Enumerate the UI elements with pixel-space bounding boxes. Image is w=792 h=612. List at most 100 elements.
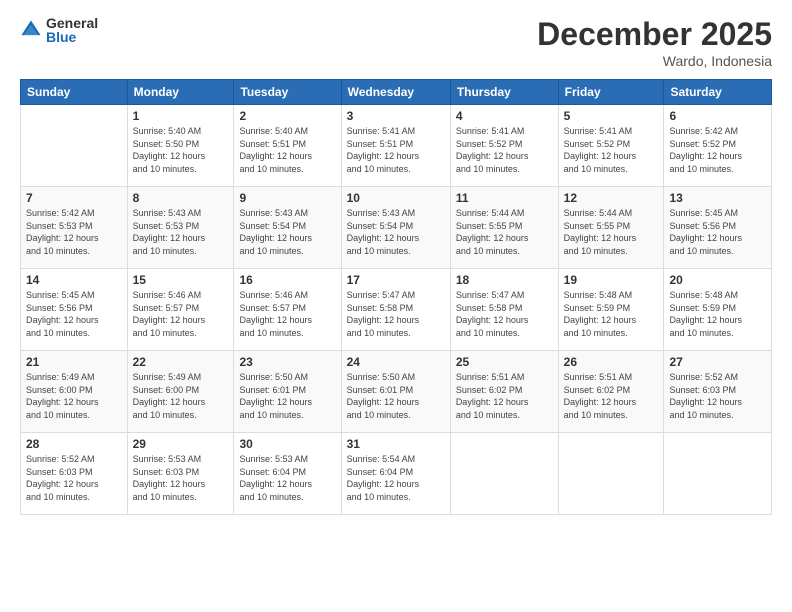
day-number: 16 <box>239 273 335 287</box>
calendar-cell: 1 Sunrise: 5:40 AM Sunset: 5:50 PM Daylig… <box>127 105 234 187</box>
calendar-cell: 14Sunrise: 5:45 AM Sunset: 5:56 PM Dayli… <box>21 269 128 351</box>
day-number: 11 <box>456 191 553 205</box>
logo-blue: Blue <box>46 30 98 44</box>
calendar-cell: 26 Sunrise: 5:51 AM Sunset: 6:02 PM Dayli… <box>558 351 664 433</box>
day-number: 3 <box>347 109 445 123</box>
calendar-cell <box>664 433 772 515</box>
day-info: Sunrise: 5:53 AM Sunset: 6:04 PM Dayligh… <box>239 453 335 503</box>
day-info: Sunrise: 5:47 AM Sunset: 5:58 PM Dayligh… <box>456 289 553 339</box>
calendar-cell: 12 Sunrise: 5:44 AM Sunset: 5:55 PM Dayli… <box>558 187 664 269</box>
day-number: 26 <box>564 355 659 369</box>
day-number: 21 <box>26 355 122 369</box>
calendar-cell: 20 Sunrise: 5:48 AM Sunset: 5:59 PM Dayli… <box>664 269 772 351</box>
calendar-cell: 16 Sunrise: 5:46 AM Sunset: 5:57 PM Dayli… <box>234 269 341 351</box>
day-info: Sunrise: 5:51 AM Sunset: 6:02 PM Dayligh… <box>564 371 659 421</box>
calendar-cell: 17 Sunrise: 5:47 AM Sunset: 5:58 PM Dayli… <box>341 269 450 351</box>
calendar-week-2: 14Sunrise: 5:45 AM Sunset: 5:56 PM Dayli… <box>21 269 772 351</box>
calendar-cell: 7Sunrise: 5:42 AM Sunset: 5:53 PM Daylig… <box>21 187 128 269</box>
day-info: Sunrise: 5:48 AM Sunset: 5:59 PM Dayligh… <box>669 289 766 339</box>
calendar-week-0: 1 Sunrise: 5:40 AM Sunset: 5:50 PM Daylig… <box>21 105 772 187</box>
calendar-cell: 8 Sunrise: 5:43 AM Sunset: 5:53 PM Daylig… <box>127 187 234 269</box>
calendar-cell: 13Sunrise: 5:45 AM Sunset: 5:56 PM Dayli… <box>664 187 772 269</box>
calendar-cell: 21 Sunrise: 5:49 AM Sunset: 6:00 PM Dayli… <box>21 351 128 433</box>
day-info: Sunrise: 5:45 AM Sunset: 5:56 PM Dayligh… <box>26 289 122 339</box>
calendar-cell: 18 Sunrise: 5:47 AM Sunset: 5:58 PM Dayli… <box>450 269 558 351</box>
calendar-cell: 23 Sunrise: 5:50 AM Sunset: 6:01 PM Dayli… <box>234 351 341 433</box>
header-monday: Monday <box>127 80 234 105</box>
day-number: 18 <box>456 273 553 287</box>
day-info: Sunrise: 5:41 AM Sunset: 5:52 PM Dayligh… <box>456 125 553 175</box>
day-number: 17 <box>347 273 445 287</box>
day-number: 19 <box>564 273 659 287</box>
day-info: Sunrise: 5:47 AM Sunset: 5:58 PM Dayligh… <box>347 289 445 339</box>
day-info: Sunrise: 5:44 AM Sunset: 5:55 PM Dayligh… <box>564 207 659 257</box>
header-friday: Friday <box>558 80 664 105</box>
day-number: 7 <box>26 191 122 205</box>
day-number: 30 <box>239 437 335 451</box>
day-info: Sunrise: 5:53 AM Sunset: 6:03 PM Dayligh… <box>133 453 229 503</box>
calendar-cell: 6 Sunrise: 5:42 AM Sunset: 5:52 PM Daylig… <box>664 105 772 187</box>
day-info: Sunrise: 5:46 AM Sunset: 5:57 PM Dayligh… <box>239 289 335 339</box>
day-info: Sunrise: 5:43 AM Sunset: 5:54 PM Dayligh… <box>347 207 445 257</box>
weekday-header-row: Sunday Monday Tuesday Wednesday Thursday… <box>21 80 772 105</box>
calendar-cell: 19 Sunrise: 5:48 AM Sunset: 5:59 PM Dayli… <box>558 269 664 351</box>
calendar-cell: 22Sunrise: 5:49 AM Sunset: 6:00 PM Dayli… <box>127 351 234 433</box>
calendar-cell: 29 Sunrise: 5:53 AM Sunset: 6:03 PM Dayli… <box>127 433 234 515</box>
calendar-cell <box>450 433 558 515</box>
day-number: 25 <box>456 355 553 369</box>
calendar-title: December 2025 <box>537 16 772 53</box>
calendar-cell: 27 Sunrise: 5:52 AM Sunset: 6:03 PM Dayli… <box>664 351 772 433</box>
calendar-week-1: 7Sunrise: 5:42 AM Sunset: 5:53 PM Daylig… <box>21 187 772 269</box>
calendar-cell <box>558 433 664 515</box>
calendar-subtitle: Wardo, Indonesia <box>537 53 772 69</box>
header-wednesday: Wednesday <box>341 80 450 105</box>
day-info: Sunrise: 5:48 AM Sunset: 5:59 PM Dayligh… <box>564 289 659 339</box>
day-number: 28 <box>26 437 122 451</box>
calendar-week-4: 28 Sunrise: 5:52 AM Sunset: 6:03 PM Dayli… <box>21 433 772 515</box>
calendar-cell: 4 Sunrise: 5:41 AM Sunset: 5:52 PM Daylig… <box>450 105 558 187</box>
day-info: Sunrise: 5:50 AM Sunset: 6:01 PM Dayligh… <box>347 371 445 421</box>
calendar-cell: 30 Sunrise: 5:53 AM Sunset: 6:04 PM Dayli… <box>234 433 341 515</box>
calendar-table: Sunday Monday Tuesday Wednesday Thursday… <box>20 79 772 515</box>
day-info: Sunrise: 5:41 AM Sunset: 5:52 PM Dayligh… <box>564 125 659 175</box>
day-number: 8 <box>133 191 229 205</box>
calendar-cell: 25 Sunrise: 5:51 AM Sunset: 6:02 PM Dayli… <box>450 351 558 433</box>
calendar-cell: 5Sunrise: 5:41 AM Sunset: 5:52 PM Daylig… <box>558 105 664 187</box>
calendar-cell: 15Sunrise: 5:46 AM Sunset: 5:57 PM Dayli… <box>127 269 234 351</box>
logo-text: General Blue <box>46 16 98 44</box>
day-number: 9 <box>239 191 335 205</box>
day-number: 23 <box>239 355 335 369</box>
day-number: 13 <box>669 191 766 205</box>
logo: General Blue <box>20 16 98 44</box>
day-number: 12 <box>564 191 659 205</box>
logo-general: General <box>46 16 98 30</box>
day-number: 20 <box>669 273 766 287</box>
day-info: Sunrise: 5:42 AM Sunset: 5:52 PM Dayligh… <box>669 125 766 175</box>
day-info: Sunrise: 5:40 AM Sunset: 5:51 PM Dayligh… <box>239 125 335 175</box>
day-info: Sunrise: 5:40 AM Sunset: 5:50 PM Dayligh… <box>133 125 229 175</box>
calendar-cell: 28 Sunrise: 5:52 AM Sunset: 6:03 PM Dayli… <box>21 433 128 515</box>
calendar-cell: 11Sunrise: 5:44 AM Sunset: 5:55 PM Dayli… <box>450 187 558 269</box>
calendar-cell <box>21 105 128 187</box>
day-number: 1 <box>133 109 229 123</box>
day-info: Sunrise: 5:49 AM Sunset: 6:00 PM Dayligh… <box>26 371 122 421</box>
day-info: Sunrise: 5:43 AM Sunset: 5:53 PM Dayligh… <box>133 207 229 257</box>
day-number: 4 <box>456 109 553 123</box>
calendar-cell: 3Sunrise: 5:41 AM Sunset: 5:51 PM Daylig… <box>341 105 450 187</box>
calendar-cell: 24Sunrise: 5:50 AM Sunset: 6:01 PM Dayli… <box>341 351 450 433</box>
header-saturday: Saturday <box>664 80 772 105</box>
day-number: 27 <box>669 355 766 369</box>
day-info: Sunrise: 5:43 AM Sunset: 5:54 PM Dayligh… <box>239 207 335 257</box>
day-info: Sunrise: 5:52 AM Sunset: 6:03 PM Dayligh… <box>26 453 122 503</box>
day-number: 29 <box>133 437 229 451</box>
day-number: 10 <box>347 191 445 205</box>
day-number: 31 <box>347 437 445 451</box>
day-info: Sunrise: 5:52 AM Sunset: 6:03 PM Dayligh… <box>669 371 766 421</box>
day-info: Sunrise: 5:46 AM Sunset: 5:57 PM Dayligh… <box>133 289 229 339</box>
day-info: Sunrise: 5:50 AM Sunset: 6:01 PM Dayligh… <box>239 371 335 421</box>
day-number: 2 <box>239 109 335 123</box>
day-number: 22 <box>133 355 229 369</box>
header-tuesday: Tuesday <box>234 80 341 105</box>
day-number: 6 <box>669 109 766 123</box>
day-info: Sunrise: 5:51 AM Sunset: 6:02 PM Dayligh… <box>456 371 553 421</box>
